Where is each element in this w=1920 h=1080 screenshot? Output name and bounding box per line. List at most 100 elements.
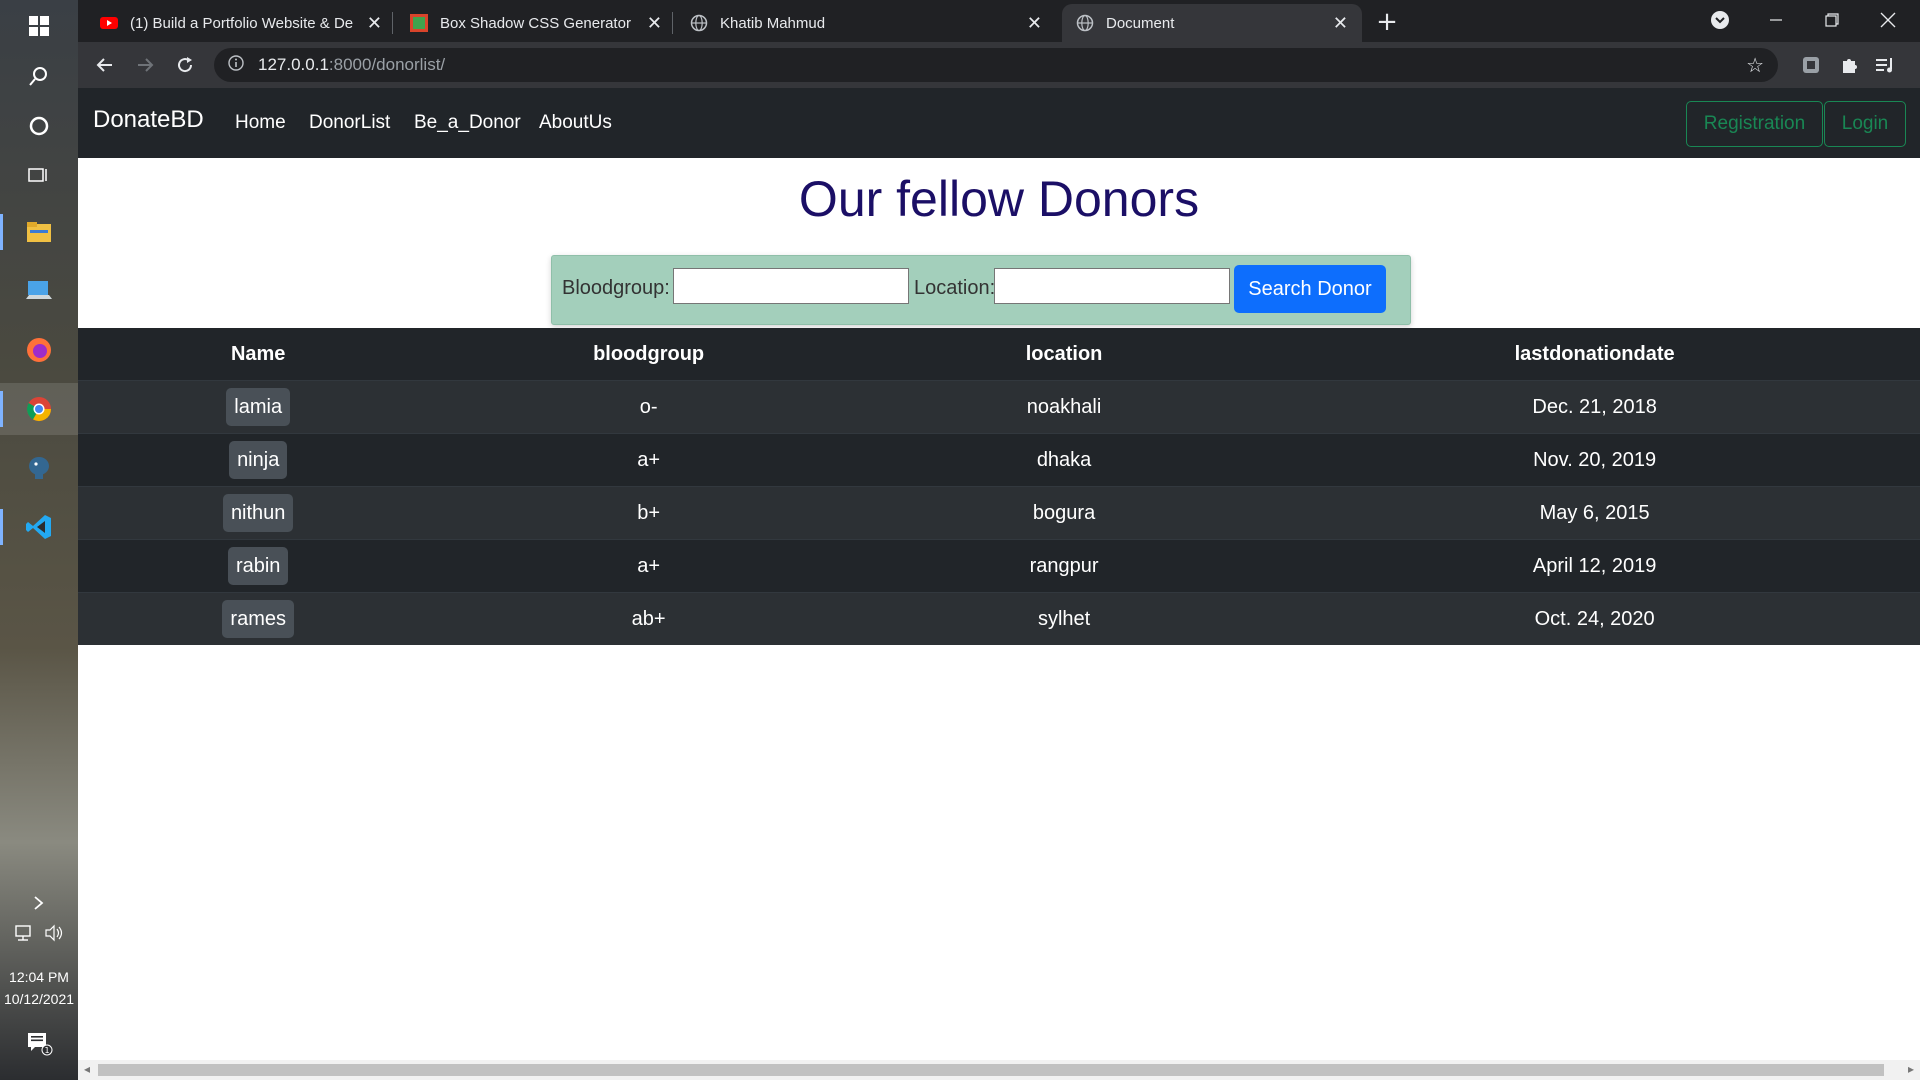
media-control-icon[interactable] bbox=[1870, 50, 1900, 80]
donor-name-button[interactable]: lamia bbox=[226, 388, 291, 426]
close-window-button[interactable] bbox=[1860, 0, 1916, 40]
bloodgroup-cell: b+ bbox=[438, 486, 859, 540]
table-row: ninja a+ dhaka Nov. 20, 2019 bbox=[78, 433, 1920, 487]
donor-table: Name bloodgroup location lastdonationdat… bbox=[78, 328, 1920, 645]
location-label: Location: bbox=[914, 277, 996, 299]
chevron-up-icon[interactable] bbox=[0, 895, 78, 915]
close-tab-icon[interactable]: ✕ bbox=[367, 13, 382, 34]
tab-separator bbox=[672, 12, 673, 34]
lastdonationdate-cell: Oct. 24, 2020 bbox=[1269, 592, 1920, 645]
donor-name-button[interactable]: nithun bbox=[222, 494, 294, 532]
lastdonationdate-cell: Dec. 21, 2018 bbox=[1269, 380, 1920, 434]
url-host: 127.0.0.1 bbox=[258, 55, 329, 74]
taskbar-clock[interactable]: 12:04 PM 10/12/2021 bbox=[0, 966, 78, 1010]
system-tray bbox=[0, 924, 78, 946]
web-page: DonateBD Home DonorList Be_a_Donor About… bbox=[78, 88, 1920, 1080]
nav-link-aboutus[interactable]: AboutUs bbox=[539, 112, 612, 134]
chrome-icon[interactable] bbox=[0, 383, 78, 435]
reload-icon[interactable] bbox=[168, 48, 202, 82]
globe-icon bbox=[1076, 14, 1094, 32]
tab-title: Box Shadow CSS Generator bbox=[440, 14, 631, 32]
clock-time: 12:04 PM bbox=[9, 969, 69, 985]
tab-title: Khatib Mahmud bbox=[720, 14, 826, 32]
bloodgroup-cell: ab+ bbox=[438, 592, 859, 645]
youtube-icon bbox=[100, 14, 118, 32]
scrollbar-thumb[interactable] bbox=[98, 1064, 1884, 1076]
minimize-button[interactable] bbox=[1748, 0, 1804, 40]
windows-start-icon[interactable] bbox=[0, 0, 78, 52]
site-info-icon[interactable] bbox=[228, 55, 244, 75]
table-row: rabin a+ rangpur April 12, 2019 bbox=[78, 539, 1920, 593]
volume-icon[interactable] bbox=[44, 924, 64, 946]
tab-khatib-mahmud[interactable]: Khatib Mahmud ✕ bbox=[676, 4, 1056, 42]
donor-name-button[interactable]: rames bbox=[222, 600, 294, 638]
tab-strip: (1) Build a Portfolio Website & De ✕ Box… bbox=[78, 0, 1920, 42]
tab-search-button[interactable] bbox=[1692, 0, 1748, 40]
tab-separator bbox=[392, 12, 393, 34]
nav-link-be-a-donor[interactable]: Be_a_Donor bbox=[414, 112, 521, 134]
clock-date: 10/12/2021 bbox=[3, 991, 75, 1007]
login-button[interactable]: Login bbox=[1824, 101, 1906, 147]
scroll-left-arrow-icon[interactable]: ◂ bbox=[84, 1062, 90, 1076]
column-header-bloodgroup: bloodgroup bbox=[438, 328, 859, 381]
extension-icon[interactable] bbox=[1796, 50, 1826, 80]
table-row: nithun b+ bogura May 6, 2015 bbox=[78, 486, 1920, 540]
pgadmin-icon[interactable] bbox=[0, 442, 78, 494]
page-title: Our fellow Donors bbox=[798, 171, 1200, 227]
bloodgroup-input[interactable] bbox=[673, 268, 909, 304]
donor-name-button[interactable]: ninja bbox=[229, 441, 288, 479]
search-donor-button[interactable]: Search Donor bbox=[1234, 265, 1386, 313]
notification-center-icon[interactable]: 1 bbox=[0, 1030, 78, 1060]
task-view-icon[interactable] bbox=[0, 150, 78, 202]
lastdonationdate-cell: May 6, 2015 bbox=[1269, 486, 1920, 540]
horizontal-scrollbar[interactable]: ◂ ▸ bbox=[78, 1060, 1920, 1080]
brand-logo[interactable]: DonateBD bbox=[93, 106, 204, 134]
extensions-puzzle-icon[interactable] bbox=[1834, 50, 1864, 80]
column-header-lastdonationdate: lastdonationdate bbox=[1269, 328, 1920, 381]
tab-box-shadow[interactable]: Box Shadow CSS Generator ✕ bbox=[396, 4, 676, 42]
firefox-icon[interactable] bbox=[0, 324, 78, 376]
site-navbar: DonateBD Home DonorList Be_a_Donor About… bbox=[78, 88, 1920, 158]
name-cell: ninja bbox=[78, 433, 439, 487]
globe-icon bbox=[690, 14, 708, 32]
bookmark-star-icon[interactable]: ☆ bbox=[1746, 53, 1764, 78]
this-pc-icon[interactable] bbox=[0, 265, 78, 317]
bloodgroup-label: Bloodgroup: bbox=[562, 277, 670, 299]
back-icon[interactable] bbox=[88, 48, 122, 82]
bloodgroup-cell: o- bbox=[438, 380, 859, 434]
registration-button[interactable]: Registration bbox=[1686, 101, 1823, 147]
file-explorer-icon[interactable] bbox=[0, 206, 78, 258]
windows-taskbar: 12:04 PM 10/12/2021 1 bbox=[0, 0, 78, 1080]
nav-link-donorlist[interactable]: DonorList bbox=[309, 112, 390, 134]
name-cell: lamia bbox=[78, 380, 439, 434]
search-icon[interactable] bbox=[0, 50, 78, 102]
tab-youtube[interactable]: (1) Build a Portfolio Website & De ✕ bbox=[86, 4, 396, 42]
table-header-row: Name bloodgroup location lastdonationdat… bbox=[78, 328, 1920, 381]
restore-button[interactable] bbox=[1804, 0, 1860, 40]
address-bar[interactable]: 127.0.0.1:8000/donorlist/ ☆ bbox=[214, 48, 1778, 82]
chrome-window: (1) Build a Portfolio Website & De ✕ Box… bbox=[78, 0, 1920, 1080]
new-tab-button[interactable]: + bbox=[1370, 6, 1404, 38]
location-cell: rangpur bbox=[858, 539, 1270, 593]
lastdonationdate-cell: April 12, 2019 bbox=[1269, 539, 1920, 593]
location-cell: dhaka bbox=[858, 433, 1270, 487]
cortana-icon[interactable] bbox=[0, 100, 78, 152]
close-tab-icon[interactable]: ✕ bbox=[647, 13, 662, 34]
close-tab-icon[interactable]: ✕ bbox=[1027, 13, 1042, 34]
notification-count: 1 bbox=[44, 1046, 49, 1055]
table-row: lamia o- noakhali Dec. 21, 2018 bbox=[78, 380, 1920, 434]
tab-document[interactable]: Document ✕ bbox=[1062, 4, 1362, 42]
donor-name-button[interactable]: rabin bbox=[227, 547, 289, 585]
forward-icon[interactable] bbox=[128, 48, 162, 82]
network-icon[interactable] bbox=[14, 924, 34, 946]
scroll-right-arrow-icon[interactable]: ▸ bbox=[1908, 1062, 1914, 1076]
tab-title: Document bbox=[1106, 14, 1175, 32]
vscode-icon[interactable] bbox=[0, 501, 78, 553]
lastdonationdate-cell: Nov. 20, 2019 bbox=[1269, 433, 1920, 487]
close-tab-icon[interactable]: ✕ bbox=[1333, 13, 1348, 34]
location-cell: sylhet bbox=[858, 592, 1270, 645]
nav-link-home[interactable]: Home bbox=[235, 112, 286, 134]
column-header-name: Name bbox=[78, 328, 439, 381]
location-cell: noakhali bbox=[858, 380, 1270, 434]
location-input[interactable] bbox=[994, 268, 1230, 304]
